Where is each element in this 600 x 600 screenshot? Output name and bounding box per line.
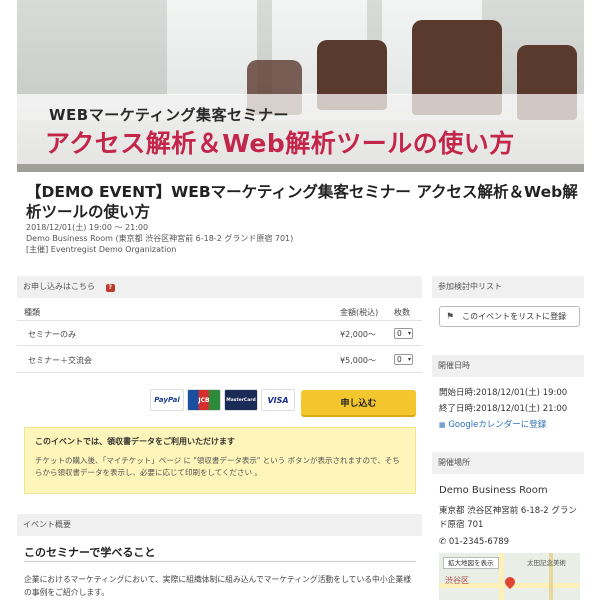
wishlist-header: 参加検討中リスト [432,276,584,298]
event-datetime: 2018/12/01(土) 19:00 〜 21:00 [26,223,149,232]
venue-map[interactable]: 拡大地図を表示 太田記念美術 渋谷区 [439,553,580,600]
ticket-qty-select[interactable]: 0 [394,354,413,365]
paypal-logo: PayPal [150,389,184,411]
add-to-list-label: このイベントをリストに登録 [462,312,567,321]
map-city-label: 渋谷区 [445,576,469,585]
col-type: 種類 [24,308,40,317]
overview-heading: このセミナーで学べること [24,546,156,559]
schedule-header: 開催日時 [432,355,584,377]
map-poi-label: 太田記念美術 [527,559,566,567]
help-icon[interactable]: ? [105,284,116,292]
phone-icon: ✆ [439,537,447,547]
mastercard-logo: MasterCard [224,389,258,411]
col-qty: 枚数 [394,308,410,317]
add-to-list-button[interactable]: ⚑ このイベントをリストに登録 [439,306,580,327]
flag-icon: ⚑ [446,311,455,322]
receipt-notice: このイベントでは、領収書データをご利用いただけます チケットの購入後、「マイチケ… [24,427,416,494]
start-datetime: 開始日時:2018/12/01(土) 19:00 [439,388,568,398]
event-venue: Demo Business Room (東京都 渋谷区神宮前 6-18-2 グラ… [26,234,294,243]
jcb-logo: JCB [187,389,221,411]
gcal-label: Googleカレンダーに登録 [448,420,547,430]
hero-subtitle: WEBマーケティング集客セミナー [49,106,290,124]
overview-header: イベント概要 [17,514,422,536]
col-price: 金額(税込) [340,308,379,317]
event-title: 【DEMO EVENT】WEBマーケティング集客セミナー アクセス解析＆Web解… [26,183,578,221]
event-organizer: [主催] Eventregist Demo Organization [26,245,177,254]
apply-header: お申し込みはこちら ? [17,276,422,298]
event-meta: 2018/12/01(土) 19:00 〜 21:00 Demo Busines… [26,222,293,255]
notice-body: チケットの購入後、「マイチケット」ページ に "領収書データ表示" という ボタ… [35,456,400,477]
ticket-price: ¥5,000〜 [340,356,376,365]
calendar-icon: ▦ [439,421,446,429]
ticket-qty-select[interactable]: 0 [394,328,413,339]
place-address: 東京都 渋谷区神宮前 6-18-2 グランド原宿 701 [439,506,577,530]
notice-title: このイベントでは、領収書データをご利用いただけます [35,437,235,446]
enlarge-map-button[interactable]: 拡大地図を表示 [443,557,499,569]
hero-banner: WEBマーケティング集客セミナー アクセス解析＆Web解析ツールの使い方 [17,0,584,172]
phone-number: 01-2345-6789 [448,537,510,547]
phone: ✆ 01-2345-6789 [439,537,509,547]
place-header: 開催場所 [432,452,584,474]
hero-title: アクセス解析＆Web解析ツールの使い方 [45,129,515,158]
overview-body: 企業におけるマーケティングにおいて、実際に組織体制に組み込んでマーケティング活動… [24,575,412,597]
ticket-price: ¥2,000〜 [340,330,376,339]
place-name: Demo Business Room [439,485,548,496]
apply-button[interactable]: 申し込む [301,390,416,417]
apply-header-label: お申し込みはこちら [23,282,95,291]
end-datetime: 終了日時:2018/12/01(土) 21:00 [439,404,568,414]
gcal-link[interactable]: ▦ Googleカレンダーに登録 [439,418,546,430]
visa-logo: VISA [261,389,295,411]
ticket-name: セミナー＋交流会 [28,356,92,365]
ticket-name: セミナーのみ [28,330,76,339]
